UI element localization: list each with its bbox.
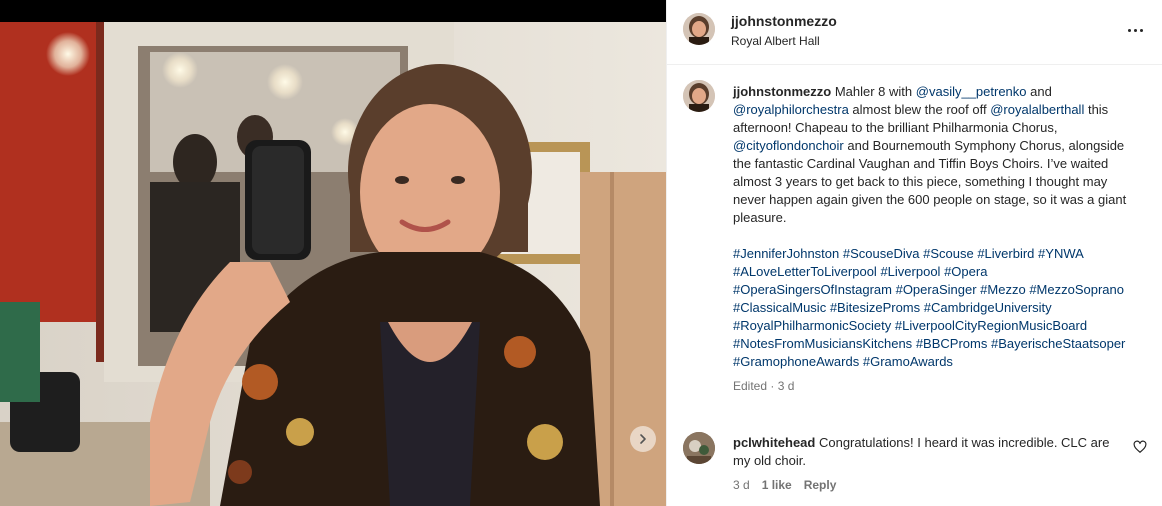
author-avatar[interactable]	[683, 13, 715, 45]
chevron-right-icon	[640, 434, 646, 444]
mention-link[interactable]: @royalphilorchestra	[733, 102, 849, 117]
hashtag-link[interactable]: #NotesFromMusiciansKitchens	[733, 336, 912, 351]
mention-link[interactable]: @vasily__petrenko	[916, 84, 1027, 99]
hashtag-link[interactable]: #ClassicalMusic	[733, 300, 826, 315]
post-location[interactable]: Royal Albert Hall	[731, 34, 820, 48]
caption-paragraph: jjohnstonmezzo Mahler 8 with @vasily__pe…	[733, 83, 1143, 227]
hashtag-link[interactable]: #Liverpool	[880, 264, 940, 279]
commenter-avatar[interactable]	[683, 432, 715, 464]
heart-icon[interactable]	[1133, 440, 1147, 454]
next-image-button[interactable]	[630, 426, 656, 452]
media-top-bar	[0, 0, 666, 22]
hashtag-link[interactable]: #Liverbird	[977, 246, 1034, 261]
hashtag-link[interactable]: #OperaSingersOfInstagram	[733, 282, 892, 297]
hashtag-link[interactable]: #ALoveLetterToLiverpool	[733, 264, 877, 279]
hashtag-link[interactable]: #ScouseDiva	[843, 246, 920, 261]
more-options-button[interactable]	[1123, 18, 1147, 42]
caption-text-segment: and	[1026, 84, 1052, 99]
comment-likes[interactable]: 1 like	[762, 478, 792, 492]
author-username[interactable]: jjohnstonmezzo	[731, 13, 837, 29]
hashtag-link[interactable]: #MezzoSoprano	[1029, 282, 1124, 297]
post-side-panel: jjohnstonmezzo Royal Albert Hall jjohnst…	[666, 0, 1162, 506]
caption-text-segment: almost blew the roof off	[848, 102, 991, 117]
hashtag-link[interactable]: #LiverpoolCityRegionMusicBoard	[895, 318, 1087, 333]
commenter-username[interactable]: pclwhitehead	[733, 435, 815, 450]
hashtag-link[interactable]: #RoyalPhilharmonicSociety	[733, 318, 891, 333]
mention-link[interactable]: @cityoflondonchoir	[733, 138, 844, 153]
hashtag-link[interactable]: #GramoAwards	[863, 354, 953, 369]
hashtag-link[interactable]: #JenniferJohnston	[733, 246, 839, 261]
more-dot	[1133, 28, 1137, 32]
comment-text: pclwhitehead Congratulations! I heard it…	[733, 434, 1123, 470]
comment-age: 3 d	[733, 478, 750, 492]
hashtag-link[interactable]: #YNWA	[1038, 246, 1083, 261]
hashtag-link[interactable]: #Scouse	[923, 246, 974, 261]
hashtag-list: #JenniferJohnston #ScouseDiva #Scouse #L…	[733, 245, 1143, 371]
hashtag-link[interactable]: #BitesizeProms	[830, 300, 920, 315]
hashtag-link[interactable]: #BBCProms	[916, 336, 988, 351]
hashtag-link[interactable]: #Opera	[944, 264, 987, 279]
hashtag-link[interactable]: #GramophoneAwards	[733, 354, 859, 369]
reply-button[interactable]: Reply	[804, 478, 837, 492]
hashtag-link[interactable]: #Mezzo	[980, 282, 1026, 297]
caption-text-segment: Mahler 8 with	[831, 84, 916, 99]
caption-username[interactable]: jjohnstonmezzo	[733, 84, 831, 99]
hashtag-link[interactable]: #CambridgeUniversity	[924, 300, 1052, 315]
more-horizontal-icon	[1127, 28, 1131, 32]
mention-link[interactable]: @royalalberthall	[990, 102, 1084, 117]
caption-avatar[interactable]	[683, 80, 715, 112]
hashtag-link[interactable]: #BayerischeStaatsoper	[991, 336, 1125, 351]
post-header: jjohnstonmezzo Royal Albert Hall	[667, 0, 1162, 65]
instagram-post: jjohnstonmezzo Royal Albert Hall jjohnst…	[0, 0, 1162, 506]
caption-text: jjohnstonmezzo Mahler 8 with @vasily__pe…	[733, 83, 1143, 395]
comment-meta: 3 d 1 like Reply	[733, 478, 836, 492]
post-photo[interactable]	[0, 22, 666, 506]
post-media	[0, 0, 666, 506]
hashtag-link[interactable]: #OperaSinger	[896, 282, 977, 297]
more-dot	[1139, 28, 1143, 32]
caption-meta: Edited · 3 d	[733, 379, 795, 393]
